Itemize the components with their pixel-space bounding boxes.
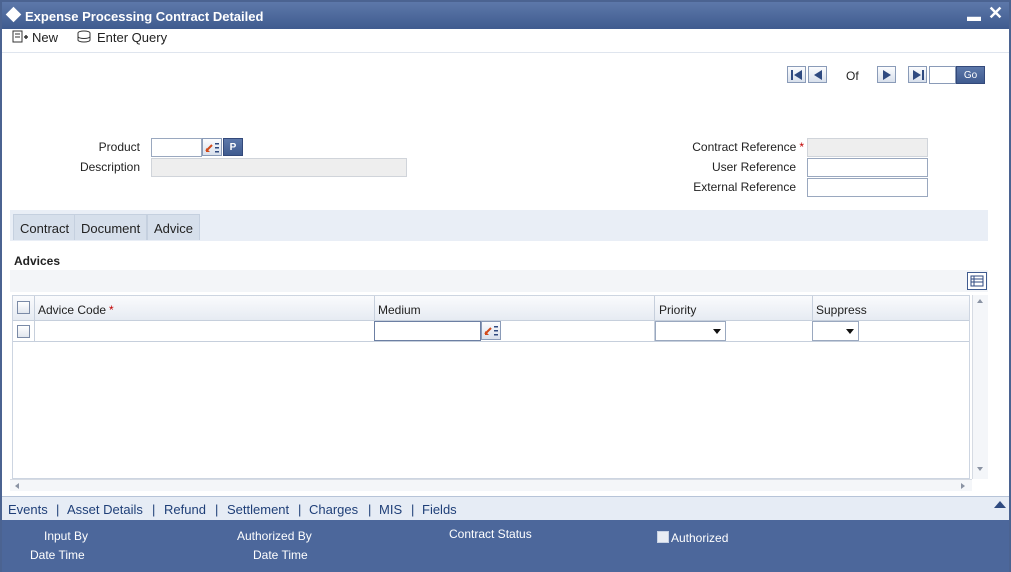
column-suppress: Suppress [816, 303, 867, 317]
contract-reference-label-text: Contract Reference [692, 140, 797, 154]
link-charges[interactable]: Charges [309, 502, 358, 517]
scroll-down-arrow-icon [977, 467, 983, 471]
description-label: Description [79, 160, 140, 174]
authorized-label: Authorized [671, 531, 729, 545]
minimize-icon[interactable]: ▬ [967, 8, 981, 24]
contract-status-label: Contract Status [449, 527, 532, 541]
link-mis[interactable]: MIS [379, 502, 402, 517]
lookup-list-icon [484, 326, 498, 336]
window-title: Expense Processing Contract Detailed [25, 9, 264, 24]
query-icon [77, 30, 91, 43]
next-icon [883, 70, 891, 80]
chevron-down-icon [846, 329, 854, 334]
user-reference-input[interactable] [807, 158, 928, 177]
audit-footer: Input By Date Time Authorized By Date Ti… [2, 520, 1009, 572]
date-time-label: Date Time [30, 548, 85, 562]
enter-query-label: Enter Query [97, 30, 168, 45]
column-advice-code-label: Advice Code [38, 303, 107, 317]
enter-query-button[interactable]: Enter Query [77, 30, 167, 45]
p-button[interactable]: P [223, 138, 243, 156]
column-medium: Medium [378, 303, 421, 317]
column-advice-code: Advice Code * [38, 303, 114, 317]
select-all-checkbox[interactable] [17, 301, 30, 314]
external-reference-label: External Reference [693, 180, 796, 194]
row-checkbox[interactable] [17, 325, 30, 338]
last-icon [913, 70, 924, 80]
required-marker: * [799, 140, 804, 154]
column-priority: Priority [659, 303, 697, 317]
window-diamond-icon [5, 6, 22, 23]
next-record-button[interactable] [877, 66, 896, 83]
advices-section-bar [10, 270, 988, 292]
required-marker: * [109, 303, 114, 317]
of-label: Of [846, 69, 859, 83]
advice-code-cell[interactable] [35, 321, 373, 341]
scroll-up-arrow-icon [977, 299, 983, 303]
grid-view-icon[interactable] [967, 272, 987, 290]
advices-grid: Advice Code * Medium Priority Suppress [12, 295, 970, 479]
new-button-label: New [32, 30, 59, 45]
chevron-down-icon [713, 329, 721, 334]
title-bar: Expense Processing Contract Detailed ▬ ✕ [2, 2, 1009, 29]
links-bar: Events | Asset Details | Refund | Settle… [2, 496, 1009, 520]
close-icon[interactable]: ✕ [988, 3, 1003, 24]
advices-grid-header: Advice Code * Medium Priority Suppress [13, 296, 969, 342]
medium-lov-button[interactable] [481, 321, 501, 340]
authorized-date-time-label: Date Time [253, 548, 308, 562]
first-icon [791, 70, 802, 80]
link-refund[interactable]: Refund [164, 502, 206, 517]
toolbar: New Enter Query [2, 29, 1009, 53]
description-field [151, 158, 407, 177]
tab-advice[interactable]: Advice [147, 214, 201, 240]
horizontal-scrollbar[interactable] [10, 479, 972, 491]
product-input[interactable] [151, 138, 202, 157]
authorized-checkbox [657, 531, 669, 543]
input-by-label: Input By [44, 529, 89, 543]
scroll-right-arrow-icon [961, 483, 965, 489]
application-window: Expense Processing Contract Detailed ▬ ✕… [0, 0, 1011, 572]
page-number-input[interactable] [929, 66, 956, 84]
vertical-scrollbar[interactable] [972, 295, 988, 479]
external-reference-input[interactable] [807, 178, 928, 197]
suppress-select[interactable] [812, 321, 859, 341]
tab-contract[interactable]: Contract [13, 214, 77, 240]
priority-select[interactable] [655, 321, 726, 341]
previous-icon [814, 70, 822, 80]
collapse-up-icon[interactable] [992, 498, 1008, 510]
user-reference-label: User Reference [711, 160, 796, 174]
link-events[interactable]: Events [8, 502, 48, 517]
scroll-left-arrow-icon [15, 483, 19, 489]
table-row [13, 321, 969, 342]
medium-input[interactable] [374, 321, 481, 341]
lookup-list-icon [205, 143, 219, 153]
link-asset-details[interactable]: Asset Details [67, 502, 143, 517]
contract-reference-label: Contract Reference * [642, 140, 804, 154]
link-fields[interactable]: Fields [422, 502, 457, 517]
product-lov-button[interactable] [202, 138, 222, 156]
tab-strip: Contract Document Advice [10, 210, 988, 241]
authorized-by-label: Authorized By [237, 529, 312, 543]
product-label: Product [98, 140, 140, 154]
previous-record-button[interactable] [808, 66, 827, 83]
new-button[interactable]: New [12, 30, 58, 45]
contract-reference-field [807, 138, 928, 157]
advices-section-title: Advices [14, 254, 61, 268]
go-button[interactable]: Go [956, 66, 985, 84]
link-settlement[interactable]: Settlement [227, 502, 289, 517]
tab-document[interactable]: Document [74, 214, 148, 240]
last-record-button[interactable] [908, 66, 927, 83]
new-document-icon [12, 30, 28, 43]
first-record-button[interactable] [787, 66, 806, 83]
